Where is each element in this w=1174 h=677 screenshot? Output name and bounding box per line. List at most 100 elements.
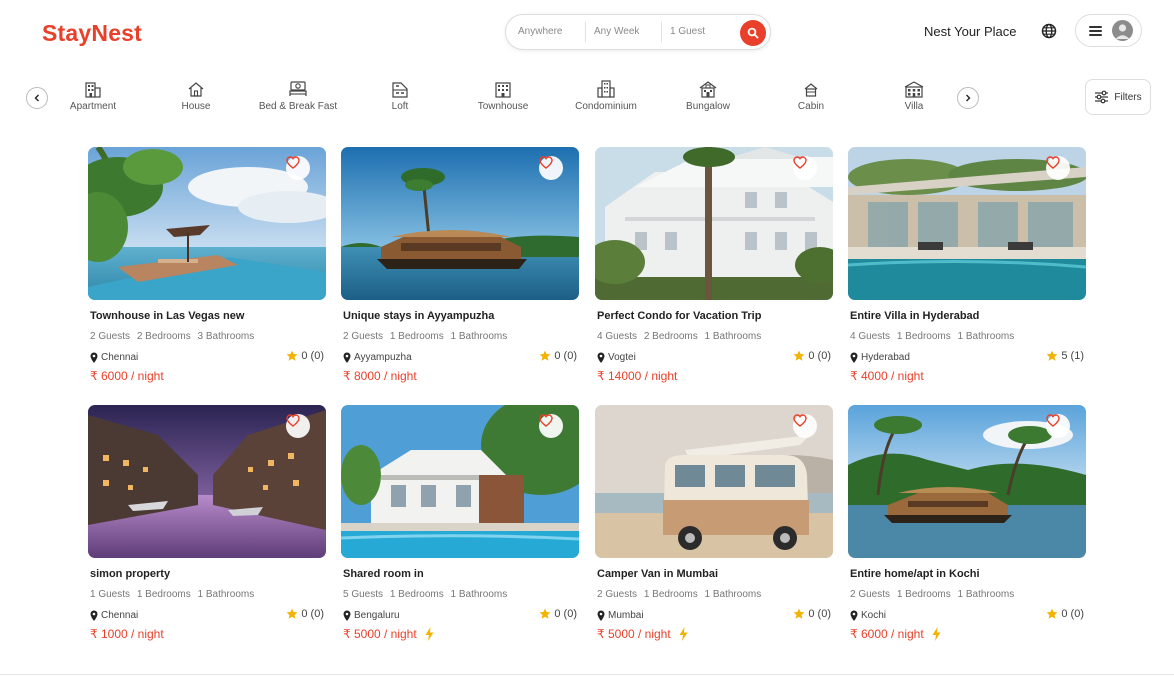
category-condominium[interactable]: Condominium xyxy=(556,80,656,112)
category-bungalow[interactable]: Bungalow xyxy=(658,80,758,112)
category-label: Condominium xyxy=(575,101,637,112)
bedroom-count: 1 Bedrooms xyxy=(136,589,191,600)
listing-title[interactable]: Camper Van in Mumbai xyxy=(597,568,718,580)
category-apartment[interactable]: Apartment xyxy=(43,80,143,112)
wishlist-button[interactable] xyxy=(539,156,563,180)
category-villa[interactable]: Villa xyxy=(864,80,964,112)
search-button[interactable] xyxy=(740,20,766,46)
category-cabin[interactable]: Cabin xyxy=(761,80,861,112)
category-loft[interactable]: Loft xyxy=(350,80,450,112)
listing-location: Bengaluru xyxy=(343,610,400,621)
search-guests[interactable]: 1 Guest xyxy=(662,22,738,42)
listing-photo[interactable] xyxy=(88,147,326,300)
wishlist-button[interactable] xyxy=(1046,414,1070,438)
listing-price: ₹ 5000 / night xyxy=(597,627,688,641)
listing-card[interactable]: Entire Villa in Hyderabad 4 Guests 1 Bed… xyxy=(848,147,1086,383)
star-icon xyxy=(1046,350,1058,361)
listing-card[interactable]: Townhouse in Las Vegas new 2 Guests 2 Be… xyxy=(88,147,326,383)
filters-button[interactable]: Filters xyxy=(1085,79,1151,115)
listing-photo[interactable] xyxy=(848,405,1086,558)
listing-title[interactable]: Shared room in xyxy=(343,568,424,580)
search-icon xyxy=(747,27,759,39)
guest-count: 5 Guests xyxy=(343,589,384,600)
listing-rating: 0 (0) xyxy=(793,350,831,362)
listing-card[interactable]: Camper Van in Mumbai 2 Guests 1 Bedrooms… xyxy=(595,405,833,641)
bedroom-count: 2 Bedrooms xyxy=(136,331,191,342)
listing-specs: 4 Guests 1 Bedrooms 1 Bathrooms xyxy=(850,331,1018,342)
listing-card[interactable]: Entire home/apt in Kochi 2 Guests 1 Bedr… xyxy=(848,405,1086,641)
wishlist-button[interactable] xyxy=(286,156,310,180)
globe-icon[interactable] xyxy=(1041,23,1057,39)
category-townhouse[interactable]: Townhouse xyxy=(453,80,553,112)
search-where[interactable]: Anywhere xyxy=(506,22,586,42)
listing-card[interactable]: Unique stays in Ayyampuzha 2 Guests 1 Be… xyxy=(341,147,579,383)
loft-icon xyxy=(392,82,408,98)
wishlist-button[interactable] xyxy=(793,156,817,180)
listing-rating: 0 (0) xyxy=(539,350,577,362)
brand-logo[interactable]: StayNest xyxy=(42,20,142,47)
heart-icon xyxy=(286,156,300,169)
listing-card[interactable]: Shared room in 5 Guests 1 Bedrooms 1 Bat… xyxy=(341,405,579,641)
listing-location: Chennai xyxy=(90,352,138,363)
listing-title[interactable]: Entire home/apt in Kochi xyxy=(850,568,980,580)
location-name: Bengaluru xyxy=(354,610,400,621)
listing-photo[interactable] xyxy=(341,405,579,558)
bedroom-count: 1 Bedrooms xyxy=(643,589,698,600)
category-label: Townhouse xyxy=(477,101,529,112)
nest-your-place-link[interactable]: Nest Your Place xyxy=(924,24,1017,39)
listing-location: Ayyampuzha xyxy=(343,352,412,363)
location-name: Chennai xyxy=(101,352,139,363)
listing-photo[interactable] xyxy=(595,405,833,558)
wishlist-button[interactable] xyxy=(286,414,310,438)
bedroom-count: 1 Bedrooms xyxy=(389,589,444,600)
listing-photo[interactable] xyxy=(848,147,1086,300)
star-icon xyxy=(539,608,551,619)
listing-rating: 0 (0) xyxy=(1046,608,1084,620)
bedroom-count: 2 Bedrooms xyxy=(643,331,698,342)
listing-photo[interactable] xyxy=(88,405,326,558)
wishlist-button[interactable] xyxy=(1046,156,1070,180)
user-menu-button[interactable] xyxy=(1075,14,1142,47)
location-name: Chennai xyxy=(101,610,139,621)
map-pin-icon xyxy=(90,352,98,363)
listing-price: ₹ 6000 / night xyxy=(850,627,941,641)
category-scroll-right-button[interactable] xyxy=(957,87,979,109)
listing-rating: 0 (0) xyxy=(539,608,577,620)
rating-value: 0 (0) xyxy=(301,350,324,362)
category-house[interactable]: House xyxy=(146,80,246,112)
hamburger-menu-icon xyxy=(1089,25,1102,36)
listing-price: ₹ 6000 / night xyxy=(90,369,164,383)
price-value: ₹ 14000 / night xyxy=(597,369,678,383)
search-bar[interactable]: Anywhere Any Week 1 Guest xyxy=(505,14,771,50)
category-bed-breakfast[interactable]: Bed & Break Fast xyxy=(248,80,348,112)
price-value: ₹ 5000 / night xyxy=(597,627,671,641)
listing-price: ₹ 5000 / night xyxy=(343,627,434,641)
bathroom-count: 3 Bathrooms xyxy=(197,331,255,342)
listing-photo[interactable] xyxy=(341,147,579,300)
listing-rating: 0 (0) xyxy=(286,350,324,362)
wishlist-button[interactable] xyxy=(793,414,817,438)
location-name: Hyderabad xyxy=(861,352,910,363)
filter-sliders-icon xyxy=(1095,90,1109,104)
guest-count: 1 Guests xyxy=(90,589,131,600)
listing-price: ₹ 14000 / night xyxy=(597,369,677,383)
wishlist-button[interactable] xyxy=(539,414,563,438)
listing-location: Hyderabad xyxy=(850,352,910,363)
bathroom-count: 1 Bathrooms xyxy=(450,331,508,342)
footer-divider xyxy=(0,674,1174,675)
listing-card[interactable]: Perfect Condo for Vacation Trip 4 Guests… xyxy=(595,147,833,383)
listing-title[interactable]: Perfect Condo for Vacation Trip xyxy=(597,310,761,322)
listing-title[interactable]: Unique stays in Ayyampuzha xyxy=(343,310,494,322)
map-pin-icon xyxy=(343,352,351,363)
listing-price: ₹ 8000 / night xyxy=(343,369,417,383)
listing-title[interactable]: simon property xyxy=(90,568,170,580)
listing-title[interactable]: Entire Villa in Hyderabad xyxy=(850,310,979,322)
bathroom-count: 1 Bathrooms xyxy=(450,589,508,600)
listing-specs: 2 Guests 1 Bedrooms 1 Bathrooms xyxy=(850,589,1018,600)
search-when[interactable]: Any Week xyxy=(586,22,662,42)
price-value: ₹ 8000 / night xyxy=(343,369,417,383)
star-icon xyxy=(793,350,805,361)
listing-card[interactable]: simon property 1 Guests 1 Bedrooms 1 Bat… xyxy=(88,405,326,641)
listing-title[interactable]: Townhouse in Las Vegas new xyxy=(90,310,244,322)
listing-photo[interactable] xyxy=(595,147,833,300)
